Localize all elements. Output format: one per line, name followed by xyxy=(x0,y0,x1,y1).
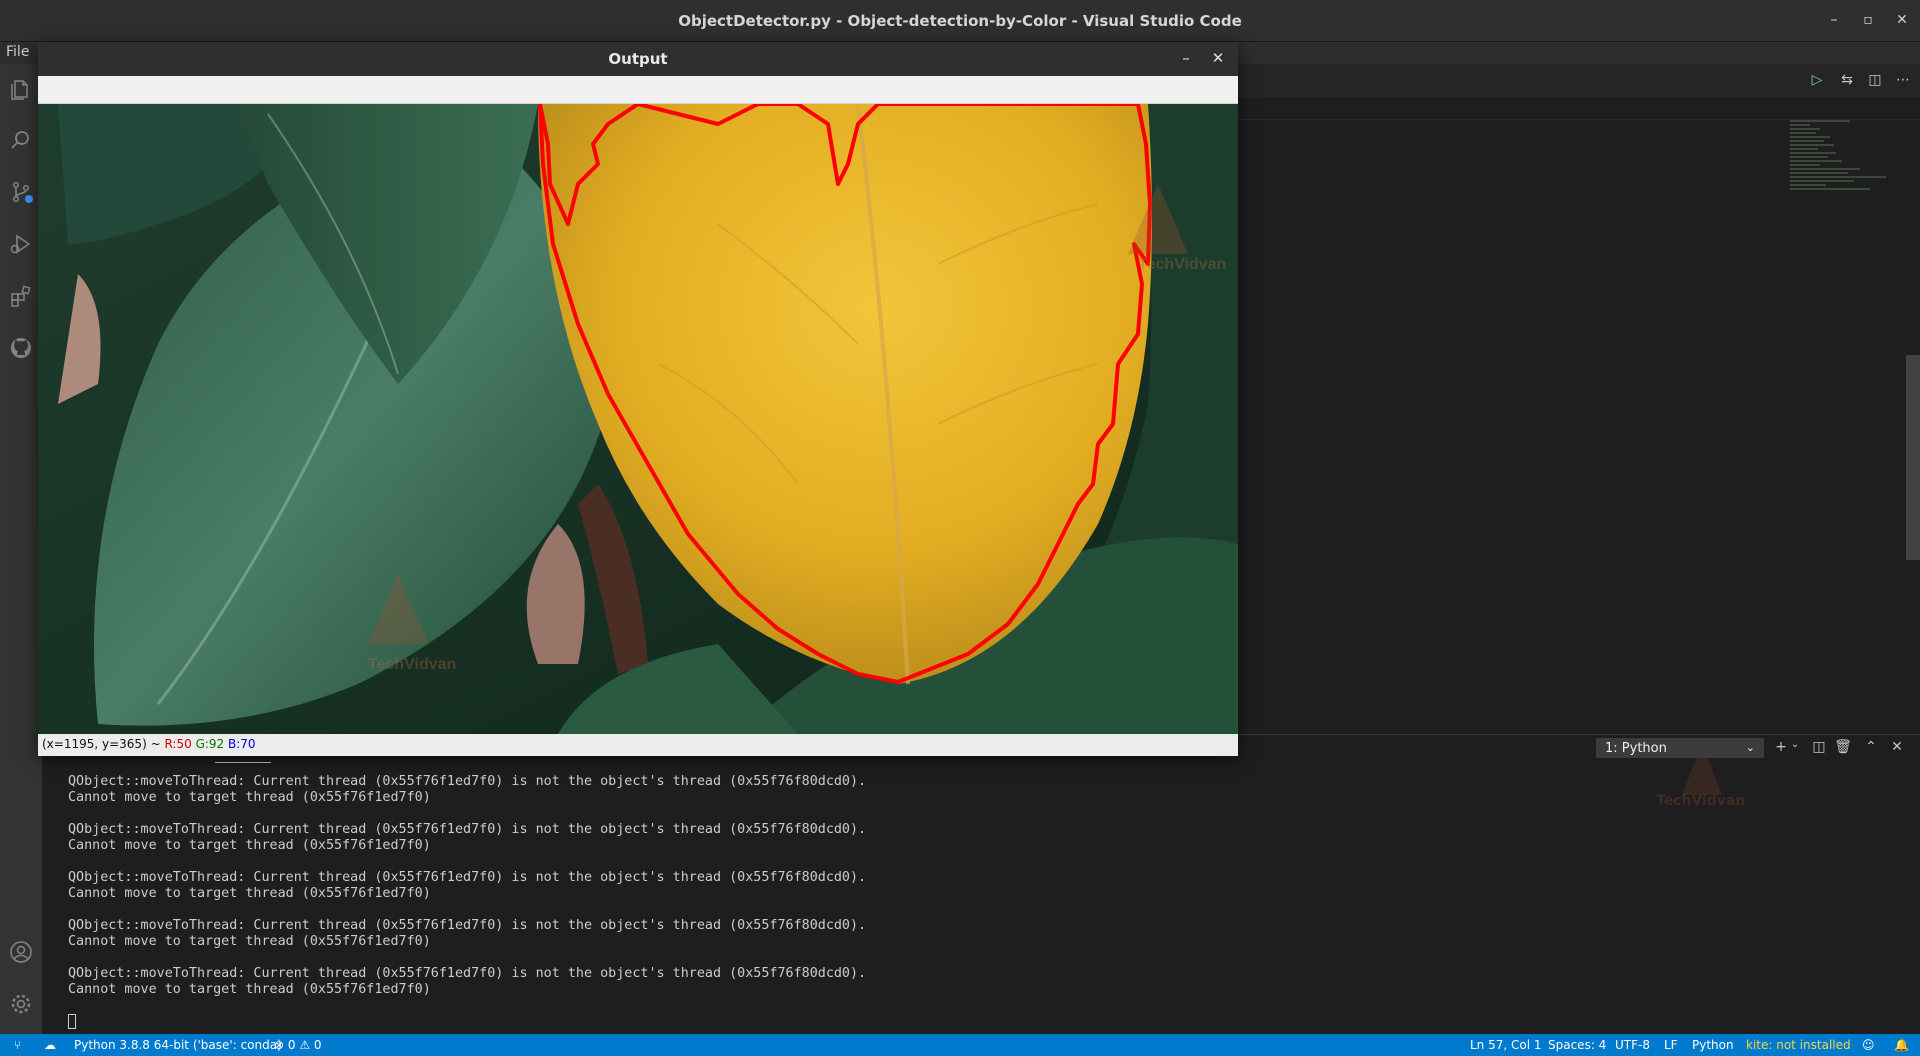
output-status-bar: (x=1195, y=365) ~ R:50 G:92 B:70 xyxy=(38,734,1238,756)
editor-tab-bar: ▷ ⇆ ◫ ⋯ xyxy=(1238,64,1920,98)
pixel-red-value: R:50 xyxy=(164,737,192,751)
output-minimize-button[interactable]: – xyxy=(1176,49,1196,67)
bell-icon[interactable]: 🔔 xyxy=(1894,1038,1909,1052)
run-file-icon[interactable]: ▷ xyxy=(1808,72,1826,90)
problems-count[interactable]: ⊗ 0 ⚠ 0 xyxy=(274,1038,322,1052)
terminal-output[interactable]: QObject::moveToThread: Current thread (0… xyxy=(68,774,1268,1031)
terminal-line: QObject::moveToThread: Current thread (0… xyxy=(68,774,867,805)
terminal-cursor xyxy=(68,1014,76,1029)
menu-file[interactable]: File xyxy=(6,44,29,60)
kite-status[interactable]: kite: not installed xyxy=(1746,1038,1851,1052)
run-debug-icon[interactable] xyxy=(9,232,33,256)
feedback-icon[interactable]: ☺ xyxy=(1862,1038,1875,1052)
search-icon[interactable] xyxy=(9,128,33,152)
github-icon[interactable] xyxy=(9,336,33,360)
split-terminal-icon[interactable]: ◫ xyxy=(1810,739,1828,755)
minimap[interactable] xyxy=(1790,120,1910,240)
end-of-line[interactable]: LF xyxy=(1664,1038,1678,1052)
extensions-icon[interactable] xyxy=(9,284,33,308)
pixel-blue-value: B:70 xyxy=(228,737,256,751)
output-close-button[interactable]: ✕ xyxy=(1208,49,1228,67)
cursor-position[interactable]: Ln 57, Col 1 xyxy=(1470,1038,1542,1052)
more-actions-icon[interactable]: ⋯ xyxy=(1894,72,1912,90)
explorer-icon[interactable] xyxy=(9,78,33,102)
chevron-down-icon: ⌄ xyxy=(1745,741,1755,754)
terminal-tab-indicator xyxy=(215,762,271,763)
editor-scrollbar-thumb[interactable] xyxy=(1906,355,1920,560)
image-watermark-text: TechVidvan xyxy=(1138,256,1226,273)
status-bar: ⑂ ☁ Python 3.8.8 64-bit ('base': conda) … xyxy=(0,1034,1920,1056)
terminal-watermark: TechVidvan xyxy=(1656,793,1746,809)
pixel-coords: (x=1195, y=365) ~ xyxy=(42,737,161,751)
output-title: Output xyxy=(608,50,668,68)
close-button[interactable]: ✕ xyxy=(1892,12,1912,28)
encoding[interactable]: UTF-8 xyxy=(1615,1038,1650,1052)
terminal-line: QObject::moveToThread: Current thread (0… xyxy=(68,870,867,901)
account-icon[interactable] xyxy=(9,940,33,964)
maximize-button[interactable]: ▫ xyxy=(1858,12,1878,28)
window-title: ObjectDetector.py - Object-detection-by-… xyxy=(678,12,1242,30)
activity-bar xyxy=(0,64,42,1034)
source-control-icon[interactable] xyxy=(9,180,33,204)
maximize-panel-icon[interactable]: ⌃ xyxy=(1862,739,1880,755)
output-window[interactable]: Output – ✕ TechVidvan TechVidvan (x=1195… xyxy=(38,42,1238,756)
image-watermark-text: TechVidvan xyxy=(368,656,456,673)
python-interpreter[interactable]: Python 3.8.8 64-bit ('base': conda) xyxy=(74,1038,282,1052)
os-titlebar: ObjectDetector.py - Object-detection-by-… xyxy=(0,0,1920,42)
remote-icon[interactable]: ☁ xyxy=(44,1038,56,1052)
language-mode[interactable]: Python xyxy=(1692,1038,1734,1052)
breadcrumb xyxy=(1238,98,1920,120)
chevron-down-icon[interactable]: ⌄ xyxy=(1786,739,1804,750)
terminal-line: QObject::moveToThread: Current thread (0… xyxy=(68,918,867,949)
source-control-status-icon[interactable]: ⑂ xyxy=(14,1038,21,1052)
terminal-selector-label: 1: Python xyxy=(1605,741,1667,756)
trash-icon[interactable]: 🗑 xyxy=(1834,739,1852,755)
indentation[interactable]: Spaces: 4 xyxy=(1548,1038,1606,1052)
detection-image[interactable]: TechVidvan TechVidvan xyxy=(38,104,1238,734)
terminal-line: QObject::moveToThread: Current thread (0… xyxy=(68,822,867,853)
output-toolbar xyxy=(38,76,1238,104)
close-panel-icon[interactable]: ✕ xyxy=(1888,739,1906,755)
terminal-selector[interactable]: 1: Python ⌄ xyxy=(1596,738,1764,758)
minimize-button[interactable]: – xyxy=(1824,12,1844,28)
split-editor-icon[interactable]: ◫ xyxy=(1866,72,1884,90)
output-titlebar[interactable]: Output – ✕ xyxy=(38,42,1238,76)
open-changes-icon[interactable]: ⇆ xyxy=(1838,72,1856,90)
terminal-line: QObject::moveToThread: Current thread (0… xyxy=(68,966,867,997)
gear-icon[interactable] xyxy=(9,992,33,1016)
pixel-green-value: G:92 xyxy=(195,737,225,751)
